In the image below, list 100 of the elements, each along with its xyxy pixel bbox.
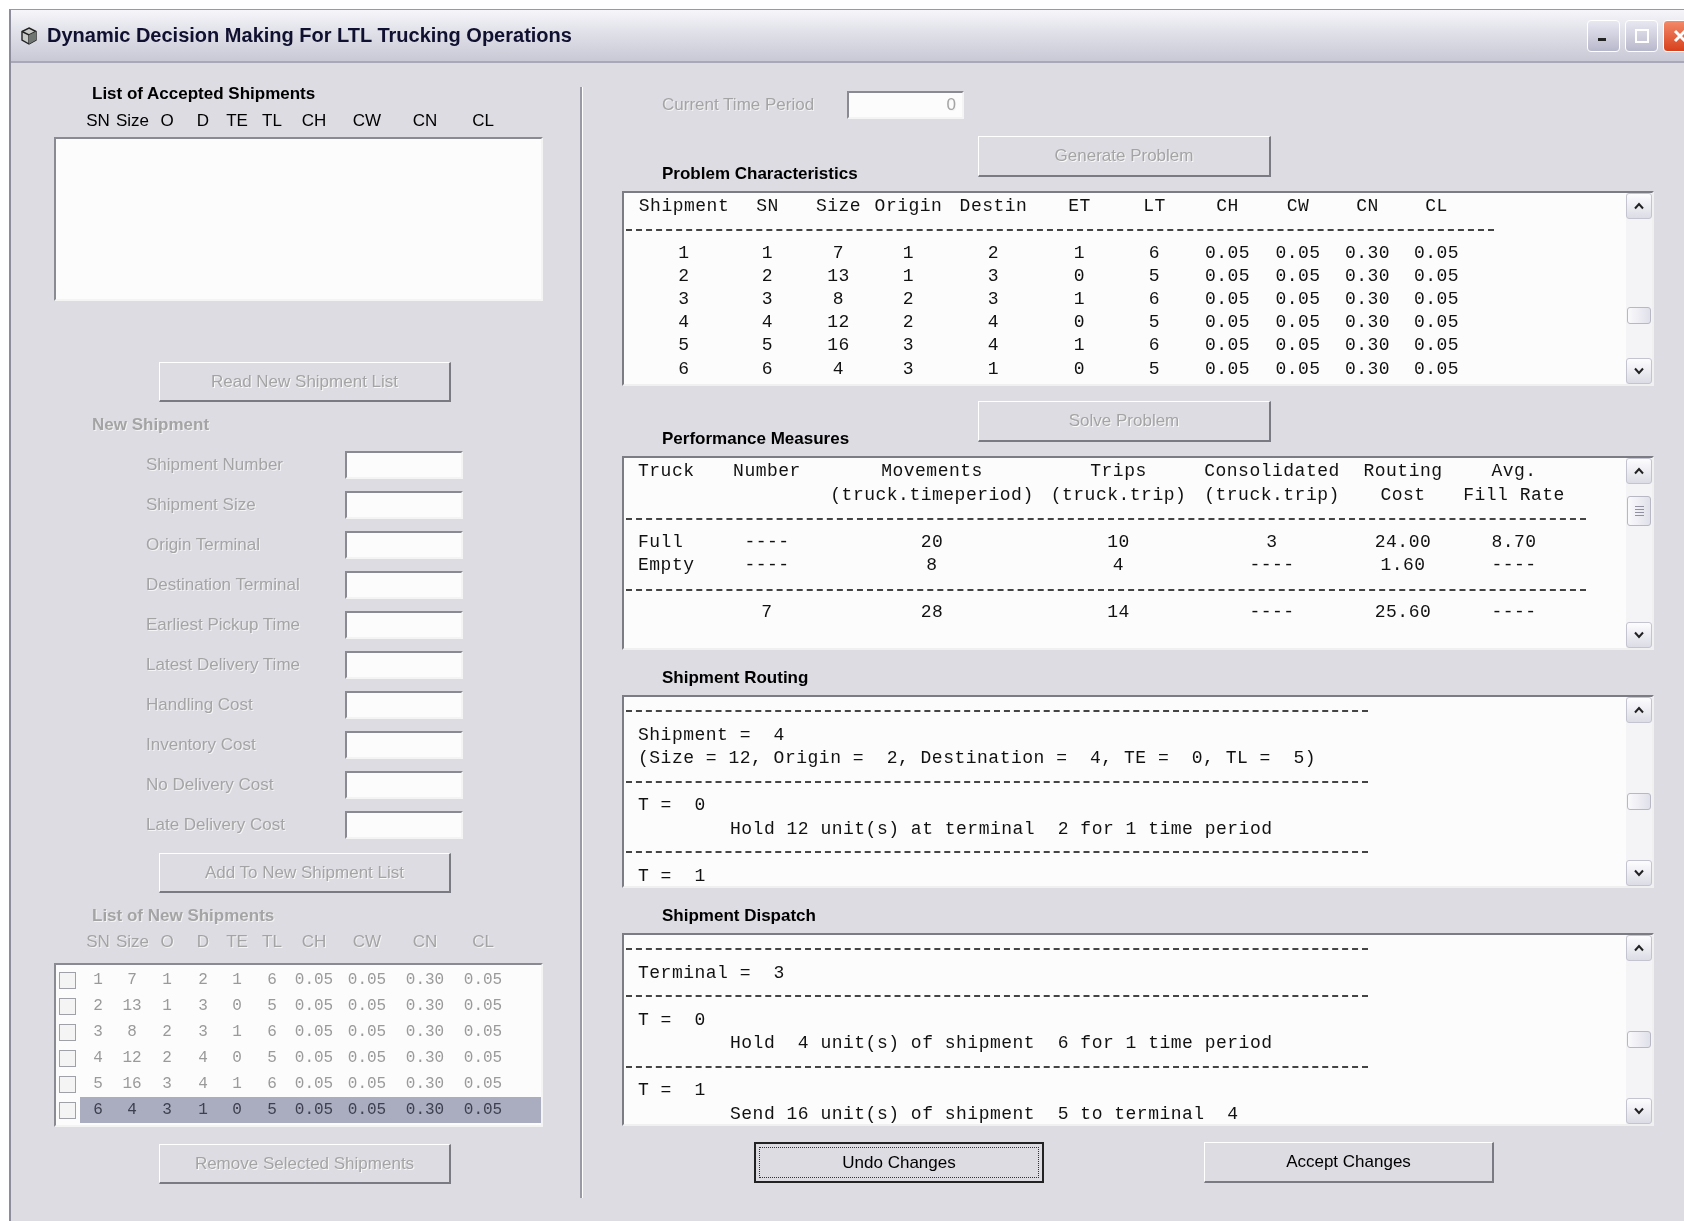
list-cell-text: 6 [266, 1023, 278, 1041]
column-header: D [195, 932, 211, 952]
table-cell-text: 0.05 [1412, 241, 1461, 265]
list-cell-text: 0 [231, 1101, 243, 1119]
table-cell-text: 28 [919, 601, 945, 624]
list-cell-text: 0.05 [346, 997, 388, 1015]
column-header: Movements [881, 460, 983, 483]
table-cell-text: 0 [1072, 357, 1087, 381]
section-title: New Shipment [91, 415, 210, 435]
column-header: O [159, 111, 175, 131]
table-cell-text: 5 [1147, 311, 1162, 335]
list-cell-text: 0.05 [293, 1049, 335, 1067]
column-header: CW [1285, 195, 1311, 218]
table-cell-text: ---- [1490, 554, 1538, 577]
field-label: Inventory Cost [146, 735, 257, 755]
table-cell-text: 0.05 [1412, 264, 1461, 288]
table-cell-text: 2 [986, 241, 1001, 265]
table-cell-text: 0.05 [1274, 357, 1322, 381]
table-cell-text: 0.05 [1412, 334, 1461, 358]
action-button[interactable]: Undo Changes [754, 1142, 1044, 1183]
table-cell-text: 0.30 [1343, 357, 1392, 381]
table-cell-text: 16 [826, 334, 851, 358]
table-cell-text: 4 [677, 311, 691, 335]
list-cell-text: 4 [197, 1049, 209, 1067]
table-cell-text: 0.05 [1203, 334, 1252, 358]
field-label: No Delivery Cost [146, 775, 275, 795]
table-cell-text: 6 [1147, 241, 1162, 265]
column-header: LT [1142, 195, 1167, 218]
column-header: TE [225, 111, 249, 131]
column-header: (truck.trip) [1050, 483, 1187, 507]
table-cell-text: 0.05 [1412, 288, 1461, 312]
field-label: Earliest Pickup Time [146, 615, 301, 635]
column-header: SN [85, 932, 111, 952]
list-cell-text: 1 [231, 1075, 243, 1093]
column-header: CN [411, 932, 439, 952]
window-title: Dynamic Decision Making For LTL Trucking Operations [47, 24, 572, 47]
column-header: Size [814, 195, 863, 218]
list-cell-text: 8 [126, 1023, 138, 1041]
table-cell-text: 7 [831, 241, 846, 265]
table-cell-text: 0 [1072, 264, 1087, 288]
table-cell-text: 6 [1147, 334, 1162, 358]
table-cell-text: 10 [1106, 530, 1131, 554]
section-title: Problem Characteristics [662, 164, 859, 184]
table-cell-text: 13 [826, 264, 851, 288]
column-header: Fill Rate [1463, 483, 1565, 507]
table-cell-text: 5 [677, 334, 691, 358]
column-header: D [195, 111, 211, 131]
list-cell-text: 0.05 [462, 1023, 504, 1041]
column-header: TE [225, 932, 249, 952]
table-cell-text: 5 [760, 334, 775, 358]
list-cell-text: 5 [92, 1075, 104, 1093]
column-header: O [159, 932, 175, 952]
table-cell-text: 3 [986, 288, 1001, 312]
column-header: Destin [958, 195, 1029, 218]
list-cell-text: 0.05 [462, 971, 504, 989]
field-label: Latest Delivery Time [146, 655, 301, 675]
table-cell-text: 4 [986, 334, 1001, 358]
list-cell-text: 6 [92, 1101, 104, 1119]
list-cell-text: 7 [126, 971, 138, 989]
list-cell-text: 5 [266, 997, 278, 1015]
table-cell-text: 2 [677, 264, 691, 288]
output-line: T = 1 [638, 865, 706, 886]
column-header: SN [85, 111, 111, 131]
section-title: List of New Shipments [91, 906, 275, 926]
table-cell-text: ---- [1490, 601, 1538, 624]
section-title: Shipment Routing [662, 668, 809, 688]
table-cell-text: ---- [743, 530, 791, 554]
list-cell-text: 0.30 [404, 971, 446, 989]
list-cell-text: 5 [266, 1101, 278, 1119]
table-cell-text: 1 [986, 357, 1001, 381]
table-cell-text: 2 [760, 264, 775, 288]
list-cell-text: 16 [121, 1075, 143, 1093]
list-cell-text: 0 [231, 997, 243, 1015]
list-cell-text: 0.05 [293, 997, 335, 1015]
table-cell-text: 5 [1147, 357, 1162, 381]
output-line: T = 1 [638, 1080, 706, 1100]
table-cell-text: 0.05 [1203, 288, 1252, 312]
column-header: CL [471, 932, 495, 952]
list-cell-text: 1 [231, 971, 243, 989]
column-header: Cost [1380, 483, 1426, 507]
field-label: Shipment Number [146, 455, 284, 475]
table-cell-text: 0.05 [1274, 241, 1322, 265]
table-cell-text: 3 [901, 334, 916, 358]
table-cell-text: 1 [901, 241, 916, 265]
action-button[interactable]: Accept Changes [1204, 1142, 1494, 1183]
table-cell-text: 0 [1072, 311, 1087, 335]
list-cell-text: 3 [92, 1023, 104, 1041]
field-label: Handling Cost [146, 695, 254, 715]
column-header: SN [755, 195, 780, 218]
list-cell-text: 3 [161, 1075, 173, 1093]
column-header: CN [1355, 195, 1380, 218]
output-line: Hold 4 unit(s) of shipment 6 for 1 time period [730, 1033, 1273, 1053]
list-cell-text: 1 [92, 971, 104, 989]
table-cell-text: 0.05 [1203, 357, 1252, 381]
column-header: (truck.timeperiod) [830, 483, 1034, 507]
output-line: (Size = 12, Origin = 2, Destination = 4, TE = 0, TL = 5) [638, 748, 1317, 768]
list-cell-text: 4 [92, 1049, 104, 1067]
list-cell-text: 0.05 [462, 1101, 504, 1119]
table-cell-text: 3 [760, 288, 775, 312]
list-cell-text: 0.05 [293, 1101, 335, 1119]
